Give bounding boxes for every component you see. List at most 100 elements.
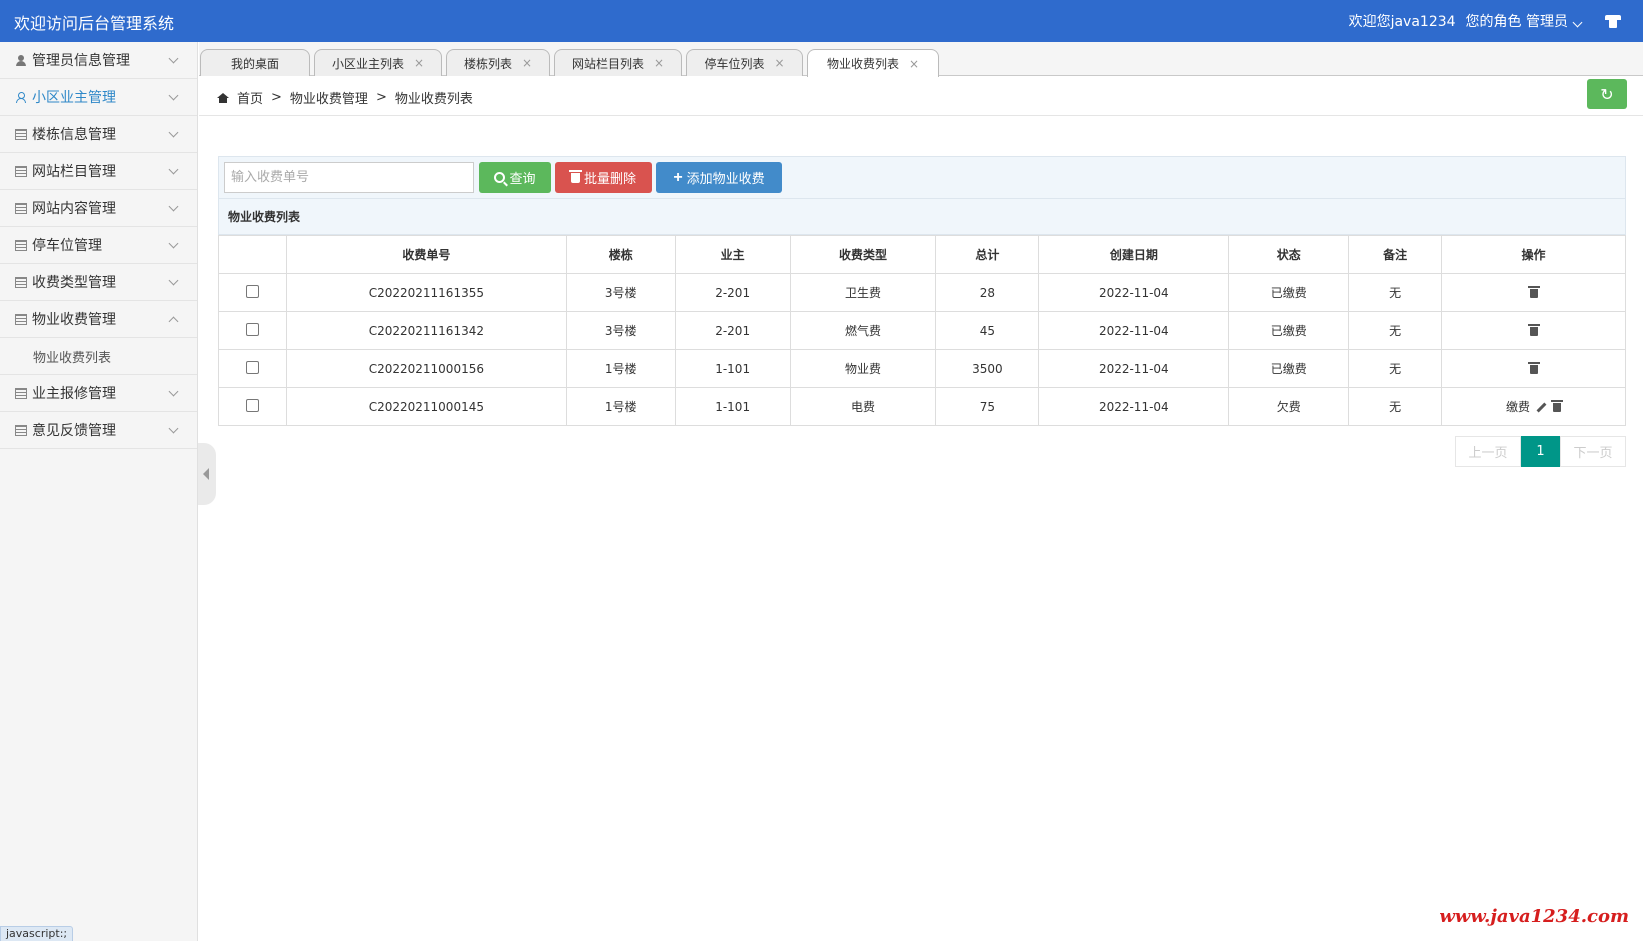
cell-total: 45 xyxy=(935,311,1040,350)
tab-column-list[interactable]: 网站栏目列表 × xyxy=(554,49,682,76)
refresh-button[interactable]: ↻ xyxy=(1587,79,1627,109)
tab-label: 我的桌面 xyxy=(230,56,279,71)
role-text: 您的角色 管理员 xyxy=(1465,14,1568,30)
top-header: 欢迎访问后台管理系统 欢迎您java1234 您的角色 管理员 xyxy=(0,0,1643,42)
header-fee-type: 收费类型 xyxy=(789,235,937,274)
query-button[interactable]: 查询 xyxy=(479,162,551,193)
tab-desktop[interactable]: 我的桌面 xyxy=(200,49,310,76)
list-icon xyxy=(15,239,27,251)
row-checkbox[interactable] xyxy=(245,284,259,298)
search-input[interactable] xyxy=(224,162,474,193)
cell-fee-no: C20220211000145 xyxy=(285,387,567,426)
chevron-down-icon xyxy=(168,201,179,212)
delete-icon[interactable] xyxy=(1551,400,1564,412)
header-owner: 业主 xyxy=(674,235,791,274)
current-page[interactable]: 1 xyxy=(1521,436,1560,467)
header-actions: 操作 xyxy=(1441,235,1626,274)
row-checkbox[interactable] xyxy=(245,322,259,336)
sidebar-item-parking[interactable]: 停车位管理 xyxy=(0,227,197,264)
header-status: 状态 xyxy=(1228,235,1350,274)
sidebar-collapse-handle[interactable] xyxy=(198,443,216,505)
sidebar-item-label: 楼栋信息管理 xyxy=(32,127,116,143)
breadcrumb-separator: > xyxy=(271,90,282,105)
sidebar-item-owners[interactable]: 小区业主管理 xyxy=(0,79,197,116)
breadcrumb-level1[interactable]: 物业收费管理 xyxy=(290,88,368,107)
sidebar-item-columns[interactable]: 网站栏目管理 xyxy=(0,153,197,190)
close-icon[interactable]: × xyxy=(654,56,664,70)
add-fee-label: 添加物业收费 xyxy=(686,171,765,186)
list-icon xyxy=(15,128,27,140)
cell-actions: 缴费 xyxy=(1441,387,1626,426)
tab-bar: 我的桌面 小区业主列表 × 楼栋列表 × 网站栏目列表 × 停车位列表 × 物业收费列表… xyxy=(199,42,1643,77)
sidebar-item-feedback[interactable]: 意见反馈管理 xyxy=(0,412,197,449)
sidebar-item-repairs[interactable]: 业主报修管理 xyxy=(0,375,197,412)
cell-date: 2022-11-04 xyxy=(1038,387,1230,426)
list-icon xyxy=(15,313,27,325)
cell-owner: 2-201 xyxy=(674,273,791,312)
row-select-cell xyxy=(218,349,287,388)
cell-date: 2022-11-04 xyxy=(1038,311,1230,350)
header-select xyxy=(218,235,287,274)
cell-status: 欠费 xyxy=(1228,387,1350,426)
pagination: 上一页 1 下一页 xyxy=(1455,436,1626,467)
delete-icon[interactable] xyxy=(1527,361,1540,374)
close-icon[interactable]: × xyxy=(414,56,424,70)
chevron-down-icon xyxy=(168,90,179,101)
row-checkbox[interactable] xyxy=(245,360,259,374)
header-created-date: 创建日期 xyxy=(1038,235,1230,274)
cell-fee-no: C20220211161342 xyxy=(285,311,567,350)
edit-icon[interactable] xyxy=(1536,402,1547,413)
search-icon xyxy=(494,172,506,183)
pay-link[interactable]: 缴费 xyxy=(1506,400,1530,414)
batch-delete-button[interactable]: 批量删除 xyxy=(555,162,652,193)
row-checkbox[interactable] xyxy=(245,398,259,412)
cell-remark: 无 xyxy=(1348,387,1443,426)
query-label: 查询 xyxy=(509,171,536,186)
skin-shirt-icon[interactable] xyxy=(1605,14,1621,28)
cell-actions xyxy=(1441,311,1626,350)
close-icon[interactable]: × xyxy=(522,56,532,70)
chevron-down-icon xyxy=(168,164,179,175)
sidebar-item-admin[interactable]: 管理员信息管理 xyxy=(0,42,197,79)
fee-table: 收费单号 楼栋 业主 收费类型 总计 创建日期 状态 备注 操作 C202202… xyxy=(218,235,1626,426)
tab-building-list[interactable]: 楼栋列表 × xyxy=(446,49,550,76)
row-select-cell xyxy=(218,387,287,426)
delete-icon[interactable] xyxy=(1527,285,1540,298)
add-fee-button[interactable]: + 添加物业收费 xyxy=(656,162,782,193)
cell-fee-no: C20220211000156 xyxy=(285,349,567,388)
row-select-cell xyxy=(218,311,287,350)
sidebar-item-property-fees[interactable]: 物业收费管理 xyxy=(0,301,197,338)
cell-owner: 2-201 xyxy=(674,311,791,350)
prev-page-button[interactable]: 上一页 xyxy=(1455,436,1521,467)
breadcrumb-bar: 首页 > 物业收费管理 > 物业收费列表 ↻ xyxy=(199,77,1643,116)
next-page-button[interactable]: 下一页 xyxy=(1560,436,1626,467)
cell-remark: 无 xyxy=(1348,349,1443,388)
tab-owner-list[interactable]: 小区业主列表 × xyxy=(314,49,442,76)
cell-remark: 无 xyxy=(1348,273,1443,312)
cell-date: 2022-11-04 xyxy=(1038,273,1230,312)
tab-fee-list[interactable]: 物业收费列表 × xyxy=(807,49,939,77)
breadcrumb: 首页 > 物业收费管理 > 物业收费列表 xyxy=(217,88,473,107)
table-row: C20220211161342 3号楼 2-201 燃气费 45 2022-11… xyxy=(218,311,1626,350)
user-icon xyxy=(15,54,27,66)
close-icon[interactable]: × xyxy=(909,57,919,71)
chevron-down-icon xyxy=(1572,17,1583,28)
sidebar: 管理员信息管理 小区业主管理 楼栋信息管理 网站栏目管理 网站内容管理 停车位管… xyxy=(0,42,198,941)
search-toolbar: 查询 批量删除 +添加物业收费 xyxy=(218,156,1626,199)
header-building: 楼栋 xyxy=(565,235,676,274)
sidebar-item-label: 管理员信息管理 xyxy=(32,53,130,69)
tab-parking-list[interactable]: 停车位列表 × xyxy=(686,49,803,76)
role-menu[interactable]: 您的角色 管理员 xyxy=(1465,11,1583,31)
sidebar-item-content[interactable]: 网站内容管理 xyxy=(0,190,197,227)
home-icon xyxy=(217,92,229,103)
breadcrumb-home[interactable]: 首页 xyxy=(237,88,263,107)
close-icon[interactable]: × xyxy=(774,56,784,70)
tab-label: 小区业主列表 xyxy=(331,56,404,71)
sidebar-item-fee-types[interactable]: 收费类型管理 xyxy=(0,264,197,301)
chevron-down-icon xyxy=(168,127,179,138)
sidebar-subitem-fee-list[interactable]: 物业收费列表 xyxy=(0,338,197,375)
delete-icon[interactable] xyxy=(1527,323,1540,336)
sidebar-item-buildings[interactable]: 楼栋信息管理 xyxy=(0,116,197,153)
header-fee-no: 收费单号 xyxy=(285,235,567,274)
cell-owner: 1-101 xyxy=(674,349,791,388)
